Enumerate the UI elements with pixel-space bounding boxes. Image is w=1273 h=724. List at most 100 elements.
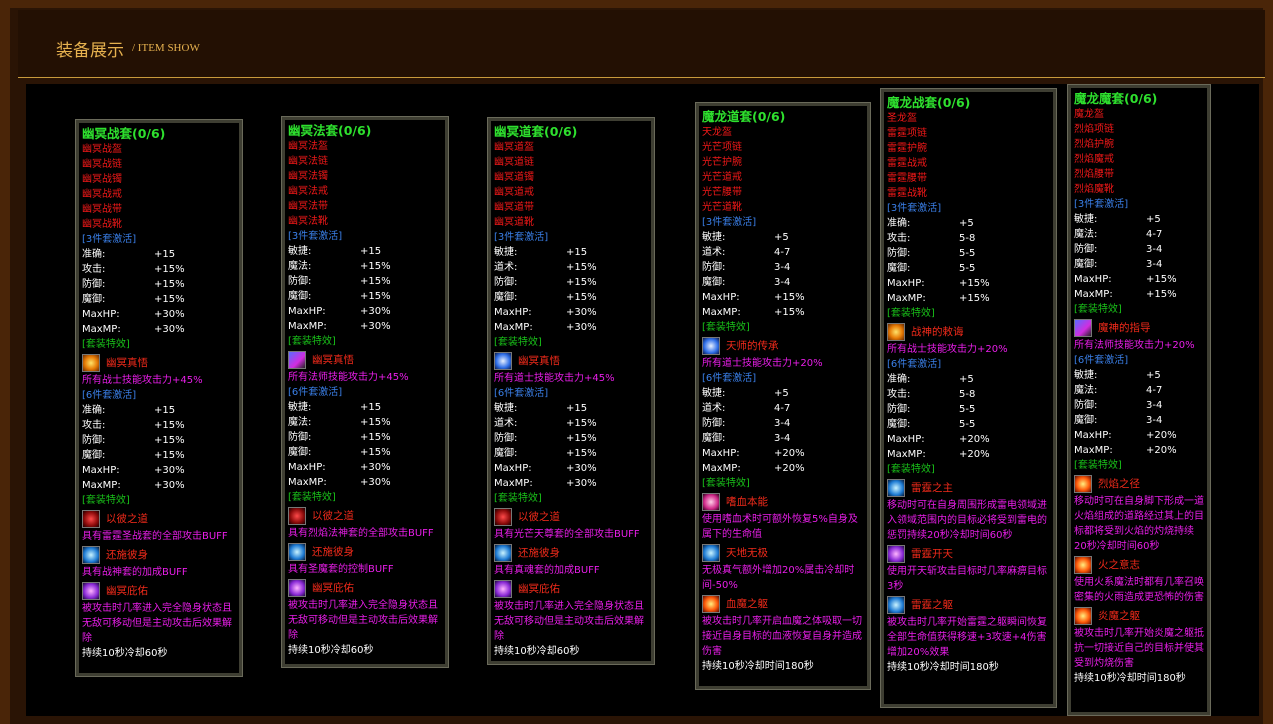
skill-name: 还施彼身 bbox=[518, 547, 560, 559]
skill-row: 雷霆之躯 bbox=[887, 594, 1050, 615]
stat-name: 准确: bbox=[887, 218, 911, 229]
stat-name: 魔御: bbox=[887, 419, 911, 430]
skill-desc: 被攻击时几率进入完全隐身状态且无敌可移动但是主动攻击后效果解除 bbox=[82, 603, 232, 644]
stat-name: MaxHP: bbox=[1074, 274, 1112, 285]
stat-name: MaxHP: bbox=[288, 306, 326, 317]
stat-row: 防御: +15% bbox=[288, 274, 442, 289]
stat-value: 3-4 bbox=[1146, 400, 1163, 411]
set-piece: 幽冥法镯 bbox=[288, 171, 328, 182]
skill-name: 还施彼身 bbox=[312, 546, 354, 558]
stat-value: +15% bbox=[566, 433, 597, 444]
effect-label: [套装特效] bbox=[887, 308, 935, 319]
stat-row: MaxMP: +30% bbox=[288, 475, 442, 490]
set3-label: [3件套激活] bbox=[82, 234, 137, 245]
skill-desc: 移动时可在自身脚下形成一道火焰组成的道路经过其上的目标都将受到火焰的灼烧持续20… bbox=[1074, 496, 1204, 552]
skill-row: 火之意志 bbox=[1074, 554, 1204, 575]
stat-name: 攻击: bbox=[82, 420, 106, 431]
stat-name: 敏捷: bbox=[702, 232, 726, 243]
stat-name: 防御: bbox=[702, 262, 726, 273]
stat-value: +15% bbox=[154, 420, 185, 431]
skill-name: 雷霆之躯 bbox=[911, 599, 953, 611]
blue-skill-icon bbox=[494, 543, 512, 562]
stat-name: 防御: bbox=[1074, 244, 1098, 255]
stat-value: +15% bbox=[774, 292, 805, 303]
set-piece: 幽冥法靴 bbox=[288, 216, 328, 227]
stat-name: MaxHP: bbox=[494, 463, 532, 474]
stat-name: 敏捷: bbox=[1074, 214, 1098, 225]
stat-name: 防御: bbox=[82, 279, 106, 290]
skill-row: 烈焰之径 bbox=[1074, 473, 1204, 494]
stat-row: MaxHP: +30% bbox=[494, 305, 648, 320]
stat-value: +20% bbox=[1146, 430, 1177, 441]
set-piece: 雷霆战戒 bbox=[887, 158, 927, 169]
stat-value: +5 bbox=[959, 218, 974, 229]
page-header: 装备展示 / ITEM SHOW bbox=[18, 10, 1265, 78]
effect6-label: [套装特效] bbox=[887, 464, 935, 475]
stat-name: MaxHP: bbox=[82, 465, 120, 476]
stat-value: +15% bbox=[566, 448, 597, 459]
skill-name: 还施彼身 bbox=[106, 549, 148, 561]
stat-value: +5 bbox=[774, 388, 789, 399]
skill-name: 以彼之道 bbox=[312, 510, 354, 522]
stat-name: 魔御: bbox=[702, 277, 726, 288]
stat-value: 3-4 bbox=[1146, 415, 1163, 426]
set-piece: 天龙盔 bbox=[702, 127, 732, 138]
skill-row: 天师的传承 bbox=[702, 335, 864, 356]
dark-skill-icon bbox=[494, 507, 512, 526]
stat-name: 魔御: bbox=[702, 433, 726, 444]
stat-value: 5-8 bbox=[959, 389, 976, 400]
skill-name: 幽冥庇佑 bbox=[106, 585, 148, 597]
stat-name: 敏捷: bbox=[494, 247, 518, 258]
fire-skill-icon bbox=[702, 594, 720, 613]
stat-row: 魔御: +15% bbox=[288, 289, 442, 304]
set-name: 幽冥法套(0/6) bbox=[288, 123, 372, 138]
stat-value: +20% bbox=[1146, 445, 1177, 456]
effect-label: [套装特效] bbox=[1074, 304, 1122, 315]
stat-name: MaxHP: bbox=[82, 309, 120, 320]
skill-duration: 持续10秒冷却60秒 bbox=[82, 648, 168, 659]
skill-row: 幽冥真悟 bbox=[494, 350, 648, 371]
stat-value: +30% bbox=[566, 478, 597, 489]
stat-row: 魔御: +15% bbox=[494, 446, 648, 461]
stat-value: +30% bbox=[360, 306, 391, 317]
pink-skill-icon bbox=[702, 492, 720, 511]
skill-desc: 具有光芒天尊套的全部攻击BUFF bbox=[494, 529, 640, 540]
stat-value: +30% bbox=[360, 477, 391, 488]
skill-desc: 所有道士技能攻击力+20% bbox=[702, 358, 823, 369]
stat-value: +15% bbox=[566, 262, 597, 273]
stat-name: 防御: bbox=[494, 433, 518, 444]
stat-name: 防御: bbox=[288, 432, 312, 443]
stat-row: 道术: 4-7 bbox=[702, 245, 864, 260]
skill-desc: 使用火系魔法时都有几率召唤密集的火雨造成更恐怖的伤害 bbox=[1074, 577, 1204, 603]
set-piece: 幽冥战盔 bbox=[82, 144, 122, 155]
stat-row: MaxHP: +30% bbox=[82, 463, 236, 478]
skill-row: 幽冥庇佑 bbox=[288, 577, 442, 598]
stat-row: 防御: +15% bbox=[288, 430, 442, 445]
skill-desc: 被攻击时几率开始雷霆之躯瞬间恢复全部生命值获得移速+3攻速+4伤害增加20%效果 bbox=[887, 617, 1047, 658]
skill-name: 雷霆开天 bbox=[911, 548, 953, 560]
warrior-skill-icon bbox=[82, 353, 100, 372]
stat-value: +15 bbox=[566, 247, 588, 258]
stat-row: 攻击: +15% bbox=[82, 418, 236, 433]
stat-value: +15% bbox=[154, 450, 185, 461]
skill-desc: 无极真气额外增加20%属击冷却时间-50% bbox=[702, 565, 855, 591]
effect6-label: [套装特效] bbox=[494, 493, 542, 504]
stat-row: MaxHP: +15% bbox=[1074, 272, 1204, 287]
stat-value: +15% bbox=[1146, 274, 1177, 285]
equipment-set-card: 魔龙战套(0/6) 圣龙盔 雷霆项链 雷霆护腕 雷霆战戒 雷霆腰带 雷霆战靴 [3件套激活] 准… bbox=[880, 88, 1057, 708]
stat-row: MaxMP: +15% bbox=[887, 291, 1050, 306]
stat-name: 魔御: bbox=[887, 263, 911, 274]
skill-row: 魔神的指导 bbox=[1074, 317, 1204, 338]
skill-desc: 被攻击时几率开始炎魔之躯抵抗一切接近自己的目标并使其受到灼烧伤害 bbox=[1074, 628, 1204, 669]
skill-desc: 被攻击时几率进入完全隐身状态且无敌可移动但是主动攻击后效果解除 bbox=[288, 600, 438, 641]
stat-row: MaxMP: +15% bbox=[702, 305, 864, 320]
skill-desc: 使用开天斩攻击目标时几率麻痹目标3秒 bbox=[887, 566, 1047, 592]
stat-row: 魔御: +15% bbox=[288, 445, 442, 460]
stat-value: 4-7 bbox=[774, 403, 791, 414]
stat-value: +20% bbox=[774, 463, 805, 474]
stat-name: 魔御: bbox=[82, 450, 106, 461]
skill-name: 幽冥真悟 bbox=[106, 357, 148, 369]
skill-row: 还施彼身 bbox=[288, 541, 442, 562]
stat-name: 魔法: bbox=[1074, 229, 1098, 240]
stat-row: 魔法: 4-7 bbox=[1074, 383, 1204, 398]
